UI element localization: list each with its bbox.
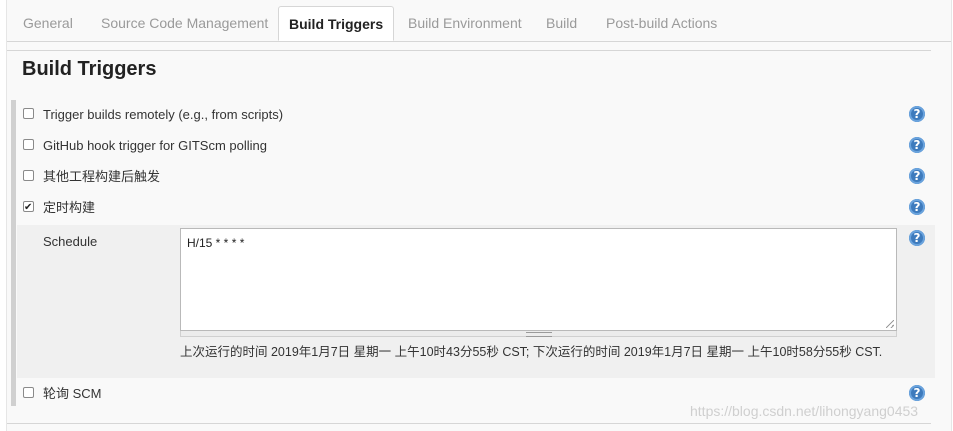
github-hook-checkbox[interactable] <box>23 139 34 150</box>
config-panel: General Source Code Management Build Tri… <box>6 0 952 431</box>
poll-scm-label[interactable]: 轮询 SCM <box>43 383 102 405</box>
trigger-remote-label[interactable]: Trigger builds remotely (e.g., from scri… <box>43 104 283 126</box>
tab-build[interactable]: Build <box>546 6 577 40</box>
section-title: Build Triggers <box>22 58 157 80</box>
after-other-projects-label[interactable]: 其他工程构建后触发 <box>43 166 160 188</box>
tab-build-environment[interactable]: Build Environment <box>408 6 522 40</box>
help-icon[interactable]: ? <box>909 106 925 122</box>
schedule-label: Schedule <box>43 234 98 249</box>
help-icon[interactable]: ? <box>909 385 925 401</box>
tab-general[interactable]: General <box>23 6 73 40</box>
schedule-info-text: 上次运行的时间 2019年1月7日 星期一 上午10时43分55秒 CST; 下… <box>180 345 883 359</box>
tab-source-code-management[interactable]: Source Code Management <box>101 6 268 40</box>
trigger-remote-checkbox[interactable] <box>23 108 34 119</box>
build-periodically-label[interactable]: 定时构建 <box>43 197 95 219</box>
schedule-textarea-wrapper: H/15 * * * * <box>180 228 897 331</box>
poll-scm-checkbox[interactable] <box>23 387 34 398</box>
tab-post-build-actions[interactable]: Post-build Actions <box>606 6 717 40</box>
tab-build-triggers[interactable]: Build Triggers <box>278 6 395 41</box>
section-left-bar <box>11 100 16 406</box>
build-periodically-checkbox[interactable] <box>23 197 34 219</box>
bottom-divider <box>7 423 931 424</box>
help-icon[interactable]: ? <box>909 168 925 184</box>
section-divider <box>7 50 931 51</box>
resize-grip-icon[interactable] <box>886 320 894 328</box>
schedule-textarea[interactable]: H/15 * * * * <box>181 229 896 330</box>
after-other-projects-checkbox[interactable] <box>23 170 34 181</box>
tab-bar: General Source Code Management Build Tri… <box>7 6 951 42</box>
textarea-resize-bar[interactable] <box>180 331 897 337</box>
help-icon[interactable]: ? <box>909 137 925 153</box>
resize-handle-icon[interactable] <box>526 332 552 337</box>
help-icon[interactable]: ? <box>909 199 925 215</box>
watermark: https://blog.csdn.net/lihongyang0453 <box>690 403 919 419</box>
help-icon[interactable]: ? <box>909 230 925 246</box>
github-hook-label[interactable]: GitHub hook trigger for GITScm polling <box>43 135 267 157</box>
